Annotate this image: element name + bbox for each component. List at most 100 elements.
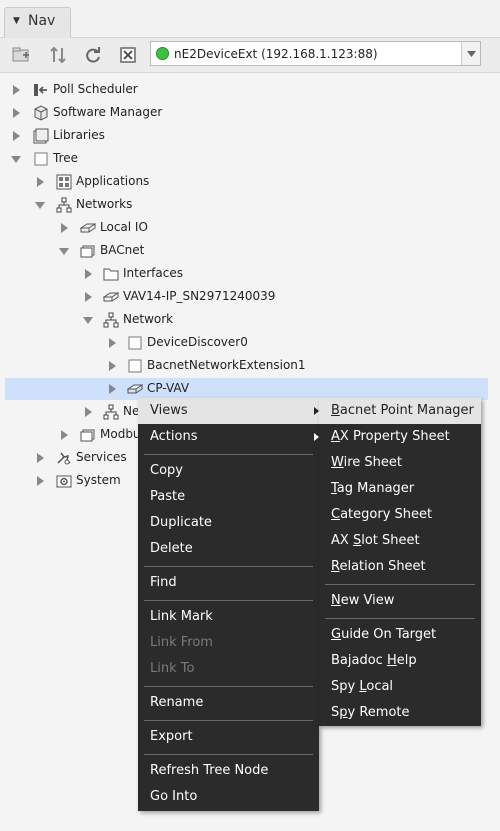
menu-item-ax-property-sheet[interactable]: AX Property Sheet (319, 424, 481, 450)
network-icon (56, 197, 72, 213)
menu-item-label: Actions (150, 429, 198, 444)
menu-item-paste[interactable]: Paste (138, 484, 319, 510)
menu-item-guide-on-target[interactable]: Guide On Target (319, 622, 481, 648)
applications-icon (56, 174, 72, 190)
menu-item-label: Category Sheet (331, 507, 433, 522)
menu-item-ax-slot-sheet[interactable]: AX Slot Sheet (319, 528, 481, 554)
expand-arrow-icon[interactable] (11, 107, 21, 119)
menu-item-export[interactable]: Export (138, 724, 319, 750)
collapse-arrow-icon[interactable] (83, 314, 93, 326)
menu-item-tag-manager[interactable]: Tag Manager (319, 476, 481, 502)
nav-tab-label: Nav (28, 13, 56, 29)
tree-node-device-discover[interactable]: DeviceDiscover0 (0, 332, 500, 354)
menu-item-wire-sheet[interactable]: Wire Sheet (319, 450, 481, 476)
tree-node-bacnet-network-extension[interactable]: BacnetNetworkExtension1 (0, 355, 500, 377)
menu-item-link-mark[interactable]: Link Mark (138, 604, 319, 630)
expand-arrow-icon[interactable] (35, 176, 45, 188)
tree-node-local-io[interactable]: Local IO (0, 217, 500, 239)
menu-separator (325, 584, 475, 585)
menu-item-actions[interactable]: Actions (138, 424, 319, 450)
tab-menu-arrow-icon[interactable]: ▼ (13, 16, 20, 26)
tree-node-bacnet[interactable]: BACnet (0, 240, 500, 262)
chevron-down-icon[interactable] (461, 42, 480, 65)
menu-item-new-view[interactable]: New View (319, 588, 481, 614)
tree-node-label: Ne (123, 404, 140, 418)
menu-item-label: Link From (150, 635, 213, 650)
tree-node-label: VAV14-IP_SN2971240039 (123, 289, 276, 303)
tree-node-libraries[interactable]: Libraries (0, 125, 500, 147)
tree-node-interfaces[interactable]: Interfaces (0, 263, 500, 285)
menu-item-relation-sheet[interactable]: Relation Sheet (319, 554, 481, 580)
tree-root-icon (33, 151, 49, 167)
menu-item-spy-local[interactable]: Spy Local (319, 674, 481, 700)
menu-item-category-sheet[interactable]: Category Sheet (319, 502, 481, 528)
tree-node-label: Modbu (100, 427, 141, 441)
library-icon (33, 128, 49, 144)
tree-node-label: BacnetNetworkExtension1 (147, 358, 306, 372)
expand-arrow-icon[interactable] (83, 268, 93, 280)
expand-arrow-icon[interactable] (35, 475, 45, 487)
menu-item-go-into[interactable]: Go Into (138, 784, 319, 810)
menu-item-rename[interactable]: Rename (138, 690, 319, 716)
expand-arrow-icon[interactable] (107, 337, 117, 349)
menu-item-copy[interactable]: Copy (138, 458, 319, 484)
station-selector[interactable]: nE2DeviceExt (192.168.1.123:88) (150, 41, 481, 66)
menu-item-bajadoc-help[interactable]: Bajadoc Help (319, 648, 481, 674)
expand-arrow-icon[interactable] (35, 452, 45, 464)
menu-item-duplicate[interactable]: Duplicate (138, 510, 319, 536)
tree-node-label: Poll Scheduler (53, 82, 138, 96)
nav-tab[interactable]: ▼ Nav (4, 7, 71, 38)
bacnet-network-icon (80, 243, 96, 259)
menu-item-label: Rename (150, 695, 204, 710)
menu-item-label: Spy Local (331, 679, 394, 694)
expand-arrow-icon[interactable] (83, 406, 93, 418)
expand-arrow-icon[interactable] (107, 360, 117, 372)
tree-node-software-manager[interactable]: Software Manager (0, 102, 500, 124)
expand-arrow-icon[interactable] (59, 222, 69, 234)
device-icon (127, 381, 143, 397)
collapse-arrow-icon[interactable] (59, 245, 69, 257)
collapse-arrow-icon[interactable] (35, 199, 45, 211)
expand-arrow-icon[interactable] (83, 291, 93, 303)
tree-node-networks[interactable]: Networks (0, 194, 500, 216)
menu-item-bacnet-point-manager[interactable]: Bacnet Point Manager (319, 398, 481, 424)
sort-icon[interactable] (47, 44, 69, 66)
new-station-icon[interactable] (11, 44, 33, 66)
tree-node-tree[interactable]: Tree (0, 148, 500, 170)
tree-node-applications[interactable]: Applications (0, 171, 500, 193)
collapse-arrow-icon[interactable] (11, 153, 21, 165)
expand-arrow-icon[interactable] (11, 84, 21, 96)
menu-item-spy-remote[interactable]: Spy Remote (319, 700, 481, 726)
tree-node-network[interactable]: Network (0, 309, 500, 331)
expand-arrow-icon[interactable] (59, 429, 69, 441)
tree-node-label: Interfaces (123, 266, 183, 280)
menu-separator (144, 600, 313, 601)
menu-separator (144, 686, 313, 687)
tree-node-label: Libraries (53, 128, 105, 142)
views-submenu: Bacnet Point Manager AX Property Sheet W… (319, 398, 481, 726)
menu-item-label: Delete (150, 541, 193, 556)
menu-item-label: Link Mark (150, 609, 213, 624)
menu-item-delete[interactable]: Delete (138, 536, 319, 562)
tree-node-label: Tree (53, 151, 79, 165)
close-icon[interactable] (117, 44, 139, 66)
menu-item-label: Relation Sheet (331, 559, 426, 574)
menu-separator (144, 566, 313, 567)
menu-item-refresh-tree-node[interactable]: Refresh Tree Node (138, 758, 319, 784)
tree-node-vav14[interactable]: VAV14-IP_SN2971240039 (0, 286, 500, 308)
system-gear-icon (56, 473, 72, 489)
menu-separator (144, 720, 313, 721)
device-icon (80, 220, 96, 236)
folder-icon (103, 266, 119, 282)
menu-item-label: Copy (150, 463, 183, 478)
menu-item-find[interactable]: Find (138, 570, 319, 596)
menu-item-label: Go Into (150, 789, 198, 804)
tree-node-cp-vav[interactable]: CP-VAV (5, 378, 488, 400)
refresh-icon[interactable] (82, 44, 104, 66)
tree-node-poll-scheduler[interactable]: Poll Scheduler (0, 79, 500, 101)
expand-arrow-icon[interactable] (11, 130, 21, 142)
menu-item-label: Find (150, 575, 177, 590)
menu-item-views[interactable]: Views (138, 398, 319, 424)
network-icon (103, 312, 119, 328)
expand-arrow-icon[interactable] (107, 383, 117, 395)
